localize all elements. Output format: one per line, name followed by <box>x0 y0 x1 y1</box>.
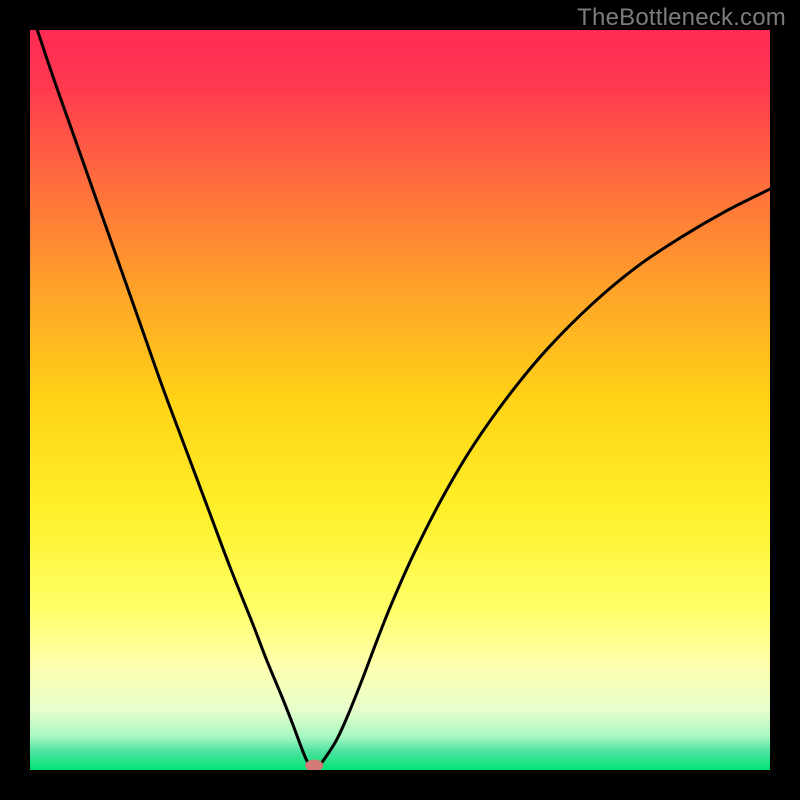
watermark-label: TheBottleneck.com <box>577 4 786 32</box>
gradient-background <box>30 30 770 770</box>
plot-area <box>30 30 770 770</box>
chart-frame: TheBottleneck.com <box>0 0 800 800</box>
bottleneck-chart <box>30 30 770 770</box>
